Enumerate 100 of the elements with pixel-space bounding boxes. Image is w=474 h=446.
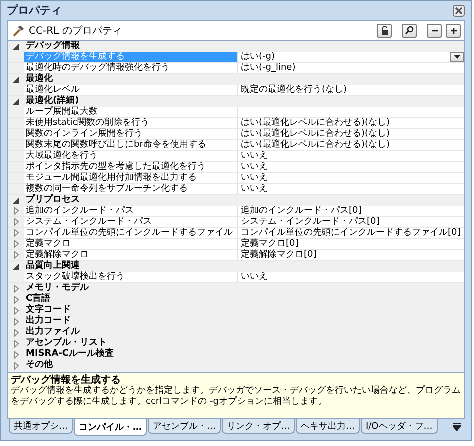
- property-value: いいえ: [240, 162, 268, 172]
- property-row[interactable]: スタック破壊検出を行う いいえ: [8, 272, 464, 283]
- category-label[interactable]: アセンブル・リスト: [24, 338, 107, 349]
- collapsed-arrow-icon[interactable]: [14, 318, 18, 326]
- property-name[interactable]: 追加のインクルード・パス: [24, 206, 238, 216]
- property-row[interactable]: モジュール間最適化用付加情報を出力する いいえ: [8, 173, 464, 184]
- property-value: いいえ: [240, 173, 268, 183]
- property-name[interactable]: 複数の同一命令列をサブルーチン化する: [24, 184, 238, 194]
- category-label[interactable]: 最適化(詳細): [24, 96, 80, 107]
- category-label[interactable]: 最適化: [24, 74, 53, 85]
- tab[interactable]: I/Oヘッダ・フ…: [361, 419, 438, 434]
- tab-list-icon[interactable]: [453, 423, 461, 431]
- tab[interactable]: アセンブル・…: [148, 419, 221, 434]
- property-value: いいえ: [240, 184, 268, 194]
- lock-icon: [380, 26, 388, 35]
- property-row[interactable]: システム・インクルード・パス システム・インクルード・パス[0]: [8, 217, 464, 228]
- dropdown-button[interactable]: [450, 52, 464, 62]
- description-text: デバッグ情報を生成するかどうかを指定します。デバッガでソース・デバッグを行いたい場合など、プログラムをデバッグする際に生成します。ccrlコマンドの -gオプションに相当します。: [11, 386, 461, 408]
- caret-icon: [454, 55, 460, 59]
- tab[interactable]: ヘキサ出力…: [296, 419, 360, 434]
- plus-icon: [450, 26, 458, 34]
- property-row[interactable]: 最適化レベル 既定の最適化を行う(なし): [8, 85, 464, 96]
- tab[interactable]: コンパイル・…: [74, 419, 147, 436]
- property-name[interactable]: ループ展開最大数: [24, 107, 238, 117]
- property-value: はい(-g): [240, 52, 275, 62]
- property-row[interactable]: 未使用static関数の削除を行う はい(最適化レベルに合わせる)(なし): [8, 118, 464, 129]
- collapsed-arrow-icon[interactable]: [14, 350, 18, 358]
- collapsed-arrow-icon[interactable]: [14, 362, 18, 370]
- lock-button[interactable]: [377, 24, 392, 38]
- hammer-icon: [13, 24, 25, 36]
- toolbar-title: CC-RL のプロパティ: [29, 24, 124, 38]
- property-row[interactable]: デバッグ情報を生成する はい(-g): [8, 52, 464, 63]
- property-row[interactable]: 追加のインクルード・パス 追加のインクルード・パス[0]: [8, 206, 464, 217]
- category-label[interactable]: 文字コード: [24, 305, 71, 316]
- collapsed-arrow-icon[interactable]: [14, 328, 18, 336]
- collapse-button[interactable]: [427, 24, 442, 38]
- expand-button[interactable]: [446, 24, 461, 38]
- property-name[interactable]: 最適化時のデバッグ情報強化を行う: [24, 63, 238, 73]
- property-name[interactable]: 定義解除マクロ: [24, 250, 238, 260]
- property-name[interactable]: 大域最適化を行う: [24, 151, 238, 161]
- search-icon: [405, 26, 414, 35]
- collapsed-arrow-icon[interactable]: [14, 296, 18, 304]
- property-row[interactable]: 大域最適化を行う いいえ: [8, 151, 464, 162]
- close-icon[interactable]: [453, 4, 465, 16]
- category-label[interactable]: メモリ・モデル: [24, 283, 89, 294]
- expanded-arrow-icon[interactable]: [13, 76, 19, 82]
- tab[interactable]: 共通オプシ…: [9, 419, 73, 434]
- property-name[interactable]: 未使用static関数の削除を行う: [24, 118, 238, 128]
- property-value: はい(最適化レベルに合わせる)(なし): [240, 129, 390, 139]
- property-value: はい(最適化レベルに合わせる)(なし): [240, 118, 390, 128]
- property-name[interactable]: コンパイル単位の先頭にインクルードするファイル: [24, 228, 238, 238]
- property-row[interactable]: ポインタ指示先の型を考慮した最適化を行う いいえ: [8, 162, 464, 173]
- property-row[interactable]: 関数のインライン展開を行う はい(最適化レベルに合わせる)(なし): [8, 129, 464, 140]
- property-name[interactable]: 最適化レベル: [24, 85, 238, 95]
- property-name[interactable]: ポインタ指示先の型を考慮した最適化を行う: [24, 162, 238, 172]
- expanded-arrow-icon[interactable]: [13, 98, 19, 104]
- category-label[interactable]: 品質向上関連: [24, 261, 80, 272]
- property-row[interactable]: コンパイル単位の先頭にインクルードするファイル コンパイル単位の先頭にインクルードするファイル[0]: [8, 228, 464, 239]
- property-row[interactable]: ループ展開最大数: [8, 107, 464, 118]
- collapsed-arrow-icon[interactable]: [14, 340, 18, 348]
- expanded-arrow-icon[interactable]: [13, 264, 19, 270]
- property-value: 既定の最適化を行う(なし): [240, 85, 348, 95]
- property-name[interactable]: スタック破壊検出を行う: [24, 272, 238, 282]
- collapsed-arrow-icon[interactable]: [14, 251, 18, 259]
- property-row[interactable]: 定義解除マクロ 定義解除マクロ[0]: [8, 250, 464, 261]
- property-value: コンパイル単位の先頭にインクルードするファイル[0]: [240, 228, 461, 238]
- collapsed-arrow-icon[interactable]: [14, 207, 18, 215]
- property-name[interactable]: システム・インクルード・パス: [24, 217, 238, 227]
- property-row[interactable]: 複数の同一命令列をサブルーチン化する いいえ: [8, 184, 464, 195]
- property-name[interactable]: 関数末尾の関数呼び出しにbr命令を使用する: [24, 140, 238, 150]
- category-label[interactable]: プリプロセス: [24, 195, 80, 206]
- collapsed-arrow-icon[interactable]: [14, 218, 18, 226]
- collapsed-arrow-icon[interactable]: [14, 229, 18, 237]
- expanded-arrow-icon[interactable]: [13, 44, 19, 50]
- property-value: いいえ: [240, 272, 268, 282]
- property-value: いいえ: [240, 151, 268, 161]
- collapsed-arrow-icon[interactable]: [14, 284, 18, 292]
- category-label[interactable]: C言語: [24, 294, 51, 305]
- property-row[interactable]: 定義マクロ 定義マクロ[0]: [8, 239, 464, 250]
- expanded-arrow-icon[interactable]: [13, 198, 19, 204]
- panel-title: プロパティ: [7, 3, 62, 18]
- description-title: デバッグ情報を生成する: [11, 375, 122, 386]
- category-label[interactable]: 出力ファイル: [24, 327, 80, 338]
- collapsed-arrow-icon[interactable]: [14, 240, 18, 248]
- property-value: はい(-g_line): [240, 63, 296, 73]
- category-label[interactable]: MISRA-Cルール検査: [24, 349, 114, 360]
- property-name[interactable]: 関数のインライン展開を行う: [24, 129, 238, 139]
- property-value: システム・インクルード・パス[0]: [240, 217, 380, 227]
- category-label[interactable]: その他: [24, 360, 53, 371]
- property-value: 定義マクロ[0]: [240, 239, 299, 249]
- property-row[interactable]: 最適化時のデバッグ情報強化を行う はい(-g_line): [8, 63, 464, 74]
- property-row[interactable]: 関数末尾の関数呼び出しにbr命令を使用する はい(最適化レベルに合わせる)(なし): [8, 140, 464, 151]
- collapsed-arrow-icon[interactable]: [14, 306, 18, 314]
- tab[interactable]: リンク・オプ…: [222, 419, 295, 434]
- property-name[interactable]: モジュール間最適化用付加情報を出力する: [24, 173, 238, 183]
- property-value: 追加のインクルード・パス[0]: [240, 206, 362, 216]
- property-value: 定義解除マクロ[0]: [240, 250, 317, 260]
- property-name[interactable]: 定義マクロ: [24, 239, 238, 249]
- category-label[interactable]: 出力コード: [24, 316, 71, 327]
- search-button[interactable]: [402, 24, 417, 38]
